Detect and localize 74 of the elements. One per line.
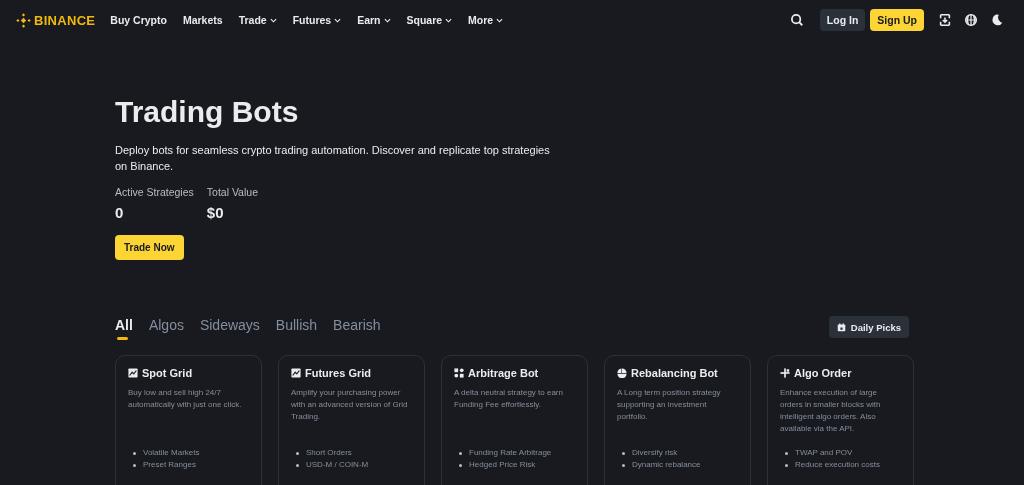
calendar-icon bbox=[836, 322, 846, 332]
feature-item: Volatile Markets bbox=[143, 447, 200, 459]
bullet-icon bbox=[296, 451, 299, 455]
split-icon bbox=[780, 368, 790, 378]
signup-button[interactable]: Sign Up bbox=[870, 9, 924, 31]
card-title: Arbitrage Bot bbox=[468, 367, 539, 379]
feature-item: Funding Rate Arbitrage bbox=[469, 447, 552, 459]
search-icon[interactable] bbox=[789, 13, 804, 27]
feature-item: Preset Ranges bbox=[143, 459, 196, 471]
pie-icon bbox=[617, 368, 627, 378]
card-title: Spot Grid bbox=[142, 367, 193, 379]
chart-icon bbox=[128, 368, 138, 378]
feature-item: Diversify risk bbox=[632, 447, 678, 459]
nav-link[interactable]: Buy Crypto bbox=[110, 14, 167, 26]
filter-tab[interactable]: Algos bbox=[148, 317, 184, 337]
caret-icon bbox=[496, 17, 504, 23]
bullet-icon bbox=[133, 463, 136, 467]
card-title: Algo Order bbox=[794, 367, 852, 379]
nav-link[interactable]: Futures bbox=[292, 14, 342, 26]
filter-tab[interactable]: All bbox=[115, 317, 133, 337]
feature-item: Reduce execution costs bbox=[795, 459, 880, 471]
bot-card[interactable]: Algo Order Enhance execution of large orders in smaller blocks with intelligent algo orders. Also available via the API. TWAP and POV Reduce execution costs bbox=[767, 355, 914, 485]
download-icon[interactable] bbox=[938, 13, 952, 27]
stat-value: $0 bbox=[206, 204, 225, 221]
grid-icon bbox=[454, 368, 464, 378]
filter-tab[interactable]: Bullish bbox=[275, 317, 318, 337]
bullet-icon bbox=[622, 463, 625, 467]
feature-item: USD-M / COIN-M bbox=[306, 459, 369, 471]
bullet-icon bbox=[785, 463, 788, 467]
stat-value: 0 bbox=[115, 204, 125, 221]
nav-link[interactable]: Square bbox=[406, 14, 453, 26]
card-description: A Long term position strategy supporting an investment portfolio. bbox=[617, 387, 722, 423]
card-description: Enhance execution of large orders in smaller blocks with intelligent algo orders. Also available via the API. bbox=[780, 387, 882, 435]
daily-picks-button[interactable]: Daily Picks bbox=[828, 316, 909, 338]
caret-icon bbox=[269, 17, 277, 23]
bullet-icon bbox=[622, 451, 625, 455]
brand-name[interactable]: BINANCE bbox=[34, 12, 96, 28]
feature-item: Hedged Price Risk bbox=[469, 459, 536, 471]
hero-description: Deploy bots for seamless crypto trading automation. Discover and replicate top strategies on Binance. bbox=[115, 143, 551, 174]
card-description: Amplify your purchasing power with an advanced version of Grid Trading. bbox=[291, 387, 409, 423]
globe-icon[interactable] bbox=[964, 13, 978, 27]
nav-link[interactable]: Markets bbox=[182, 14, 223, 26]
bullet-icon bbox=[459, 463, 462, 467]
logo-icon[interactable] bbox=[16, 12, 31, 28]
filter-tab[interactable]: Bearish bbox=[333, 317, 381, 337]
bot-card[interactable]: Spot Grid Buy low and sell high 24/7 automatically with just one click. Volatile Markets Preset Ranges bbox=[115, 355, 262, 485]
bot-card[interactable]: Futures Grid Amplify your purchasing power with an advanced version of Grid Trading. Short Orders USD-M / COIN-M bbox=[278, 355, 425, 485]
card-title: Futures Grid bbox=[305, 367, 371, 379]
bot-card[interactable]: Rebalancing Bot A Long term position strategy supporting an investment portfolio. Diversify risk Dynamic rebalance bbox=[604, 355, 751, 485]
nav-link[interactable]: Earn bbox=[357, 14, 391, 26]
bullet-icon bbox=[296, 463, 299, 467]
feature-item: Dynamic rebalance bbox=[632, 459, 701, 471]
nav-link[interactable]: Trade bbox=[238, 14, 277, 26]
login-button[interactable]: Log In bbox=[819, 9, 866, 31]
bot-card[interactable]: Arbitrage Bot A delta neutral strategy to earn Funding Fee effortlessly. Funding Rate Arbitrage Hedged Price Risk bbox=[441, 355, 588, 485]
bullet-icon bbox=[133, 451, 136, 455]
stat-label: Total Value bbox=[206, 186, 258, 198]
caret-icon bbox=[383, 17, 391, 23]
bullet-icon bbox=[459, 451, 462, 455]
caret-icon bbox=[445, 17, 453, 23]
stat-label: Active Strategies bbox=[115, 186, 194, 198]
card-description: A delta neutral strategy to earn Funding Fee effortlessly. bbox=[454, 387, 564, 411]
chart-icon bbox=[291, 368, 301, 378]
caret-icon bbox=[334, 17, 342, 23]
trade-now-button[interactable]: Trade Now bbox=[115, 235, 184, 260]
bullet-icon bbox=[785, 451, 788, 455]
card-title: Rebalancing Bot bbox=[631, 367, 718, 379]
nav-link[interactable]: More bbox=[468, 14, 504, 26]
moon-icon[interactable] bbox=[990, 13, 1004, 27]
page-title: Trading Bots bbox=[115, 94, 300, 130]
filter-tab[interactable]: Sideways bbox=[199, 317, 260, 337]
feature-item: TWAP and POV bbox=[795, 447, 853, 459]
feature-item: Short Orders bbox=[306, 447, 352, 459]
card-description: Buy low and sell high 24/7 automatically with just one click. bbox=[128, 387, 243, 411]
